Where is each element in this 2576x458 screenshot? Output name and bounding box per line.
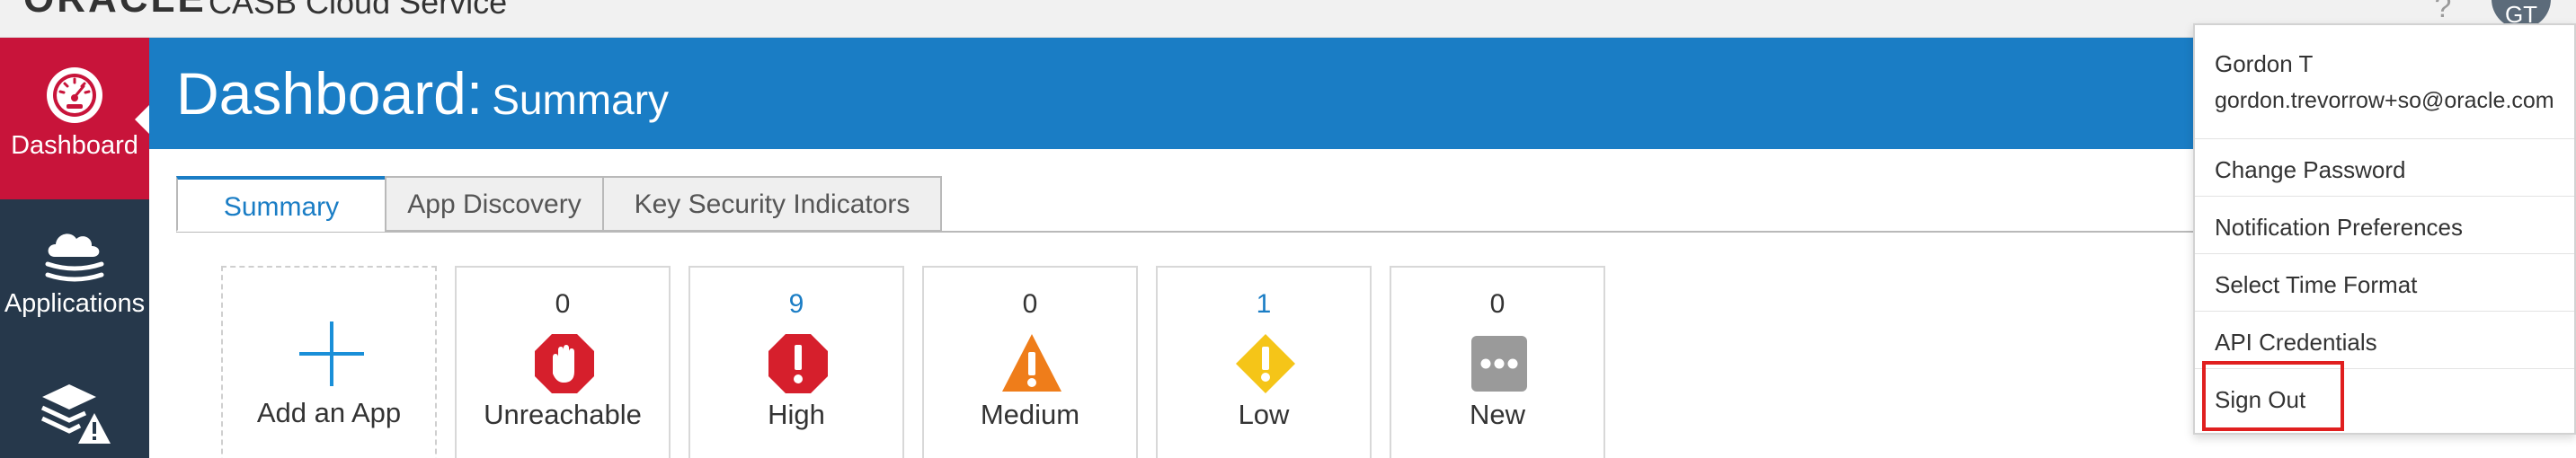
user-name: Gordon T [2215,50,2314,77]
speedometer-icon [47,67,102,123]
sidebar: Dashboard Applications [0,38,149,458]
triangle-exclamation-icon [1002,334,1061,392]
menu-divider [2195,253,2574,254]
risk-label: New [1469,399,1525,430]
menu-item-select-time-format[interactable]: Select Time Format [2215,271,2417,299]
risk-card-high[interactable]: 9 High [688,266,904,458]
risk-count: 1 [1256,289,1272,319]
page-title-main: Dashboard: [176,60,484,127]
risk-count: 9 [788,289,804,319]
user-menu-dropdown: Gordon T gordon.trevorrow+so@oracle.com … [2193,23,2576,435]
tab-app-discovery[interactable]: App Discovery [385,176,604,232]
top-bar: ORACLE CASB Cloud Service ? GT [0,0,2576,38]
sidebar-item-label: Applications [4,289,146,318]
stop-hand-icon [535,334,594,393]
question-mark-icon[interactable]: ? [2427,0,2459,23]
menu-item-change-password[interactable]: Change Password [2215,156,2405,184]
sidebar-item-label: Dashboard [11,131,138,160]
sidebar-item-security[interactable] [0,359,149,458]
layers-warning-icon [40,384,111,444]
page-title: Dashboard: Summary [176,59,669,128]
page-title-sub: Summary [492,76,670,123]
menu-item-notification-preferences[interactable]: Notification Preferences [2215,214,2463,242]
risk-label: Low [1238,399,1290,430]
oracle-logo: ORACLE [23,0,207,22]
risk-card-unreachable[interactable]: 0 Unreachable [455,266,671,458]
risk-label: High [768,399,825,430]
risk-count: 0 [555,289,571,319]
menu-divider [2195,138,2574,139]
risk-label: Medium [980,399,1080,430]
active-nav-pointer [135,105,149,134]
tab-key-security-indicators[interactable]: Key Security Indicators [602,176,942,232]
risk-card-new[interactable]: 0 New [1390,266,1605,458]
ellipsis-icon [1471,336,1527,392]
menu-divider [2195,196,2574,197]
risk-card-low[interactable]: 1 Low [1156,266,1372,458]
risk-count: 0 [1022,289,1038,319]
cloud-stack-icon [45,233,104,282]
risk-label: Unreachable [484,399,642,430]
sidebar-item-dashboard[interactable]: Dashboard [0,38,149,199]
risk-card-medium[interactable]: 0 Medium [922,266,1138,458]
sign-out-highlight-box [2202,361,2344,431]
risk-count: 0 [1489,289,1506,319]
add-app-card[interactable]: Add an App [221,266,437,458]
sidebar-item-applications[interactable]: Applications [0,199,149,359]
menu-divider [2195,311,2574,312]
user-email: gordon.trevorrow+so@oracle.com [2215,88,2554,113]
add-app-label: Add an App [256,397,402,428]
menu-item-api-credentials[interactable]: API Credentials [2215,329,2377,357]
tab-summary[interactable]: Summary [176,176,386,232]
product-name-menu[interactable]: CASB Cloud Service [209,0,507,22]
octagon-exclamation-icon [768,334,828,393]
plus-icon [299,321,364,386]
diamond-exclamation-icon [1236,334,1295,393]
